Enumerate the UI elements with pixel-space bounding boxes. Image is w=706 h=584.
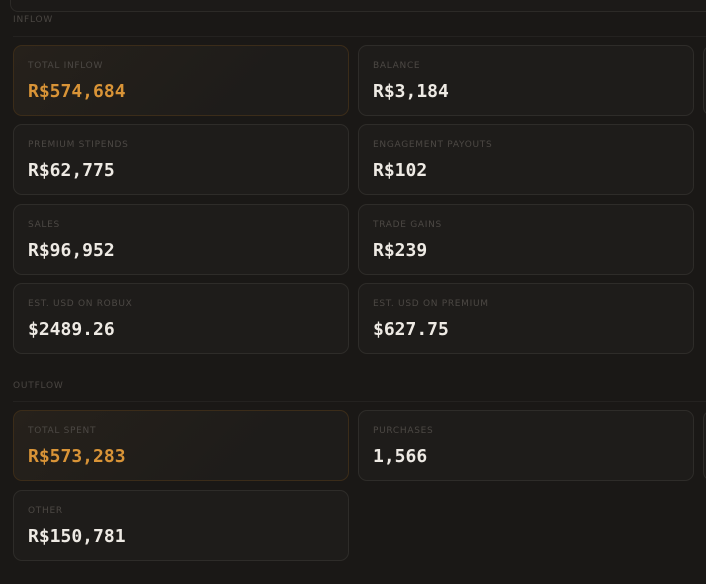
- total-inflow-value: R$574,684: [28, 81, 126, 102]
- trade-gains-value: R$239: [373, 240, 428, 261]
- balance-label: BALANCE: [373, 61, 421, 71]
- total-inflow-label: TOTAL INFLOW: [28, 61, 104, 71]
- outflow-heading: OUTFLOW: [13, 381, 64, 391]
- balance-card: BALANCE R$3,184: [358, 45, 694, 116]
- premium-stipends-label: PREMIUM STIPENDS: [28, 140, 129, 150]
- other-value: R$150,781: [28, 526, 126, 547]
- purchases-card: PURCHASES 1,566: [358, 410, 694, 481]
- total-spent-value: R$573,283: [28, 446, 126, 467]
- purchases-value: 1,566: [373, 446, 428, 467]
- est-usd-robux-value: $2489.26: [28, 319, 115, 340]
- est-usd-premium-card: EST. USD ON PREMIUM $627.75: [358, 283, 694, 354]
- est-usd-premium-label: EST. USD ON PREMIUM: [373, 299, 489, 309]
- total-inflow-card: TOTAL INFLOW R$574,684: [13, 45, 349, 116]
- other-label: OTHER: [28, 506, 63, 516]
- total-spent-card: TOTAL SPENT R$573,283: [13, 410, 349, 481]
- sales-label: SALES: [28, 220, 60, 230]
- previous-panel-edge: [10, 0, 706, 12]
- total-spent-label: TOTAL SPENT: [28, 426, 97, 436]
- sales-card: SALES R$96,952: [13, 204, 349, 275]
- trade-gains-card: TRADE GAINS R$239: [358, 204, 694, 275]
- inflow-heading: INFLOW: [13, 15, 54, 25]
- est-usd-robux-card: EST. USD ON ROBUX $2489.26: [13, 283, 349, 354]
- trade-gains-label: TRADE GAINS: [373, 220, 442, 230]
- stats-page: INFLOW TOTAL INFLOW R$574,684 BALANCE R$…: [0, 0, 706, 584]
- other-card: OTHER R$150,781: [13, 490, 349, 561]
- premium-stipends-value: R$62,775: [28, 160, 115, 181]
- est-usd-premium-value: $627.75: [373, 319, 449, 340]
- engagement-payouts-card: ENGAGEMENT PAYOUTS R$102: [358, 124, 694, 195]
- sales-value: R$96,952: [28, 240, 115, 261]
- balance-value: R$3,184: [373, 81, 449, 102]
- outflow-divider: [13, 401, 706, 402]
- est-usd-robux-label: EST. USD ON ROBUX: [28, 299, 133, 309]
- engagement-payouts-value: R$102: [373, 160, 428, 181]
- engagement-payouts-label: ENGAGEMENT PAYOUTS: [373, 140, 493, 150]
- inflow-divider: [13, 36, 706, 37]
- purchases-label: PURCHASES: [373, 426, 434, 436]
- premium-stipends-card: PREMIUM STIPENDS R$62,775: [13, 124, 349, 195]
